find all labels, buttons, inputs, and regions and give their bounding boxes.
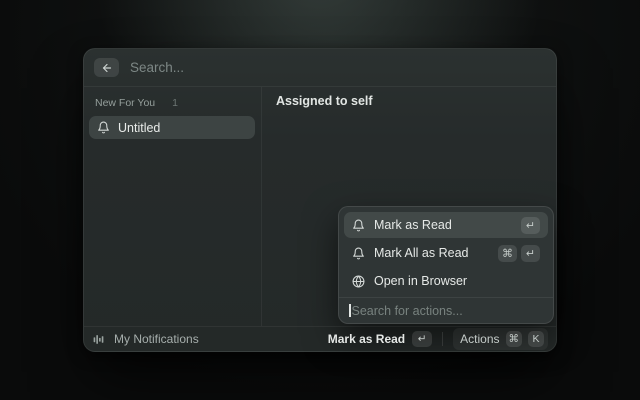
actions-button-label: Actions [460,332,499,346]
app-identity: My Notifications [92,332,199,346]
list-item-label: Untitled [118,121,160,135]
action-label: Mark All as Read [374,246,489,260]
cmd-key-badge: ⌘ [506,331,523,347]
notification-list-panel: New For You 1 Untitled [84,87,261,326]
statusbar-actions: Mark as Read ↵ Actions ⌘ K [328,328,548,350]
actions-search-placeholder: Search for actions... [352,304,463,318]
section-count: 1 [172,97,178,109]
action-open-in-browser[interactable]: Open in Browser [344,268,548,294]
equalizer-icon [92,333,105,346]
action-mark-all-as-read[interactable]: Mark All as Read ⌘ ↵ [344,240,548,266]
k-key-badge: K [528,331,544,347]
actions-popover: Mark as Read ↵ Mark All as Read ⌘ ↵ [338,206,554,324]
search-header: Search... [84,49,556,87]
detail-title: Assigned to self [276,94,373,108]
list-section-header: New For You 1 [84,87,261,115]
bell-icon [97,121,110,134]
enter-key-badge: ↵ [521,217,540,234]
text-caret [349,304,351,317]
bell-icon [352,247,365,260]
action-label: Open in Browser [374,274,540,288]
back-button[interactable] [94,58,119,77]
globe-icon [352,275,365,288]
section-label: New For You [95,97,155,109]
command-palette-window: Search... New For You 1 Untitled Assigne… [83,48,557,352]
bell-icon [352,219,365,232]
enter-key-badge: ↵ [412,331,432,347]
primary-action-label: Mark as Read [328,332,405,346]
status-bar: My Notifications Mark as Read ↵ Actions … [84,326,556,351]
app-name: My Notifications [114,332,199,346]
action-label: Mark as Read [374,218,512,232]
shortcut-keys: ↵ [521,217,540,234]
search-input[interactable]: Search... [130,60,546,75]
actions-search-input[interactable]: Search for actions... [339,298,553,323]
statusbar-separator [442,332,443,346]
cmd-key-badge: ⌘ [498,245,517,262]
shortcut-keys: ⌘ ↵ [498,245,540,262]
desktop-background: Search... New For You 1 Untitled Assigne… [0,0,640,400]
enter-key-badge: ↵ [521,245,540,262]
arrow-left-icon [101,62,113,74]
action-mark-as-read[interactable]: Mark as Read ↵ [344,212,548,238]
list-item-untitled[interactable]: Untitled [89,116,255,139]
primary-action-button[interactable]: Mark as Read ↵ [328,331,432,347]
actions-button[interactable]: Actions ⌘ K [453,328,548,350]
